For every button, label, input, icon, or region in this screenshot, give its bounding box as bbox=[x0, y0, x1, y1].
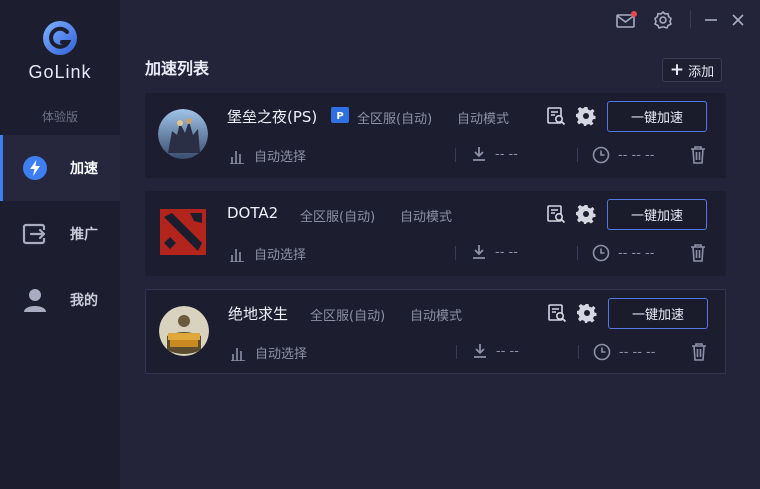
nav-label-mine: 我的 bbox=[70, 293, 98, 309]
trash-icon[interactable] bbox=[688, 145, 708, 165]
signal-bars-icon bbox=[231, 347, 245, 361]
game-name: 堡垒之夜(PS) bbox=[227, 108, 318, 126]
brand-name: GoLink bbox=[28, 62, 92, 82]
game-name: DOTA2 bbox=[227, 204, 279, 222]
page-title: 加速列表 bbox=[145, 59, 210, 78]
plus-icon: + bbox=[669, 59, 685, 80]
download-stat: -- -- bbox=[471, 244, 518, 260]
settings-icon[interactable] bbox=[652, 10, 674, 30]
region-selector[interactable]: 全区服(自动) bbox=[310, 305, 385, 324]
signal-bars-icon bbox=[230, 150, 244, 164]
user-icon bbox=[24, 289, 46, 312]
divider bbox=[577, 246, 578, 260]
playstation-icon: P bbox=[331, 107, 349, 123]
region-selector[interactable]: 全区服(自动) bbox=[300, 206, 375, 225]
download-stat: -- -- bbox=[472, 343, 519, 359]
route-label: 自动选择 bbox=[254, 150, 307, 165]
lightning-icon bbox=[23, 156, 47, 180]
time-value: -- -- -- bbox=[619, 344, 656, 360]
game-card: 堡垒之夜(PS) P 全区服(自动) 自动模式 一键加速 自动选择 -- -- … bbox=[145, 93, 726, 178]
route-selector[interactable]: 自动选择 bbox=[230, 146, 306, 165]
search-log-icon[interactable] bbox=[546, 204, 566, 224]
boost-button[interactable]: 一键加速 bbox=[607, 101, 707, 132]
minimize-icon[interactable] bbox=[700, 10, 722, 30]
trash-icon[interactable] bbox=[689, 342, 709, 362]
download-value: -- -- bbox=[496, 343, 519, 359]
boost-button[interactable]: 一键加速 bbox=[608, 298, 708, 329]
download-icon bbox=[473, 245, 485, 259]
time-stat: -- -- -- bbox=[593, 343, 655, 361]
clock-icon bbox=[592, 146, 610, 164]
mode-selector[interactable]: 自动模式 bbox=[457, 108, 509, 127]
download-icon bbox=[473, 147, 485, 161]
time-stat: -- -- -- bbox=[592, 244, 654, 262]
time-stat: -- -- -- bbox=[592, 146, 654, 164]
time-value: -- -- -- bbox=[618, 147, 655, 163]
nav-item-boost[interactable]: 加速 bbox=[0, 135, 120, 201]
divider bbox=[456, 345, 457, 359]
nav-item-mine[interactable]: 我的 bbox=[0, 267, 120, 333]
golink-logo-icon bbox=[43, 21, 77, 55]
trash-icon[interactable] bbox=[688, 243, 708, 263]
download-stat: -- -- bbox=[471, 146, 518, 162]
fortnite-game-icon bbox=[158, 109, 208, 159]
route-selector[interactable]: 自动选择 bbox=[231, 343, 307, 362]
gear-icon[interactable] bbox=[577, 303, 597, 323]
divider bbox=[578, 345, 579, 359]
game-card: DOTA2 全区服(自动) 自动模式 一键加速 自动选择 -- -- -- --… bbox=[145, 191, 726, 276]
route-label: 自动选择 bbox=[255, 347, 308, 362]
search-log-icon[interactable] bbox=[547, 303, 567, 323]
mode-selector[interactable]: 自动模式 bbox=[410, 305, 462, 324]
download-icon bbox=[474, 344, 486, 358]
mail-icon[interactable] bbox=[615, 10, 637, 30]
game-name: 绝地求生 bbox=[228, 305, 289, 323]
close-icon[interactable] bbox=[727, 10, 749, 30]
boost-button[interactable]: 一键加速 bbox=[607, 199, 707, 230]
clock-icon bbox=[593, 343, 611, 361]
game-card: 绝地求生 全区服(自动) 自动模式 一键加速 自动选择 -- -- -- -- … bbox=[145, 289, 726, 374]
download-value: -- -- bbox=[495, 244, 518, 260]
time-value: -- -- -- bbox=[618, 245, 655, 261]
share-icon bbox=[22, 223, 48, 245]
edition-label: 体验版 bbox=[41, 110, 78, 124]
route-label: 自动选择 bbox=[254, 248, 307, 263]
signal-bars-icon bbox=[230, 248, 244, 262]
region-selector[interactable]: 全区服(自动) bbox=[357, 108, 432, 127]
add-game-button[interactable]: + 添加 bbox=[662, 58, 722, 82]
nav-item-promote[interactable]: 推广 bbox=[0, 201, 120, 267]
pubg-game-icon bbox=[159, 306, 209, 356]
nav-label-boost: 加速 bbox=[70, 161, 98, 177]
gear-icon[interactable] bbox=[576, 106, 596, 126]
divider bbox=[577, 148, 578, 162]
add-label: 添加 bbox=[688, 64, 715, 80]
nav-label-promote: 推广 bbox=[70, 227, 98, 243]
download-value: -- -- bbox=[495, 146, 518, 162]
divider bbox=[455, 246, 456, 260]
mode-selector[interactable]: 自动模式 bbox=[400, 206, 452, 225]
route-selector[interactable]: 自动选择 bbox=[230, 244, 306, 263]
titlebar-divider bbox=[690, 10, 691, 28]
clock-icon bbox=[592, 244, 610, 262]
dota2-game-icon bbox=[160, 209, 206, 255]
search-log-icon[interactable] bbox=[546, 106, 566, 126]
svg-text:P: P bbox=[336, 111, 343, 122]
notification-dot bbox=[631, 11, 637, 17]
sidebar: GoLink 体验版 加速 推广 我的 bbox=[0, 0, 120, 489]
gear-icon[interactable] bbox=[576, 204, 596, 224]
divider bbox=[455, 148, 456, 162]
